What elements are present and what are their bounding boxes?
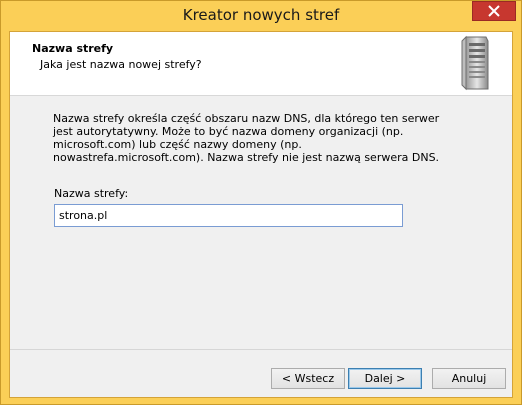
close-button[interactable] (472, 1, 516, 21)
wizard-client-area: Nazwa strefy Jaka jest nazwa nowej stref… (9, 31, 513, 398)
page-title: Nazwa strefy (32, 42, 114, 55)
wizard-header: Nazwa strefy Jaka jest nazwa nowej stref… (10, 32, 512, 96)
page-subtitle: Jaka jest nazwa nowej strefy? (40, 58, 202, 71)
zone-name-label: Nazwa strefy: (54, 187, 129, 200)
window-title: Kreator nowych stref (182, 6, 340, 24)
back-button[interactable]: < Wstecz (271, 368, 345, 389)
zone-name-input[interactable] (54, 204, 403, 227)
title-bar[interactable]: Kreator nowych stref (1, 1, 521, 31)
server-icon (461, 35, 489, 91)
cancel-button[interactable]: Anuluj (432, 368, 506, 389)
next-button[interactable]: Dalej > (348, 368, 422, 389)
zone-description: Nazwa strefy określa część obszaru nazw … (53, 112, 440, 164)
close-icon (488, 5, 500, 17)
wizard-window: Kreator nowych stref Nazwa strefy Jaka j… (0, 0, 522, 405)
footer-divider (10, 349, 512, 350)
